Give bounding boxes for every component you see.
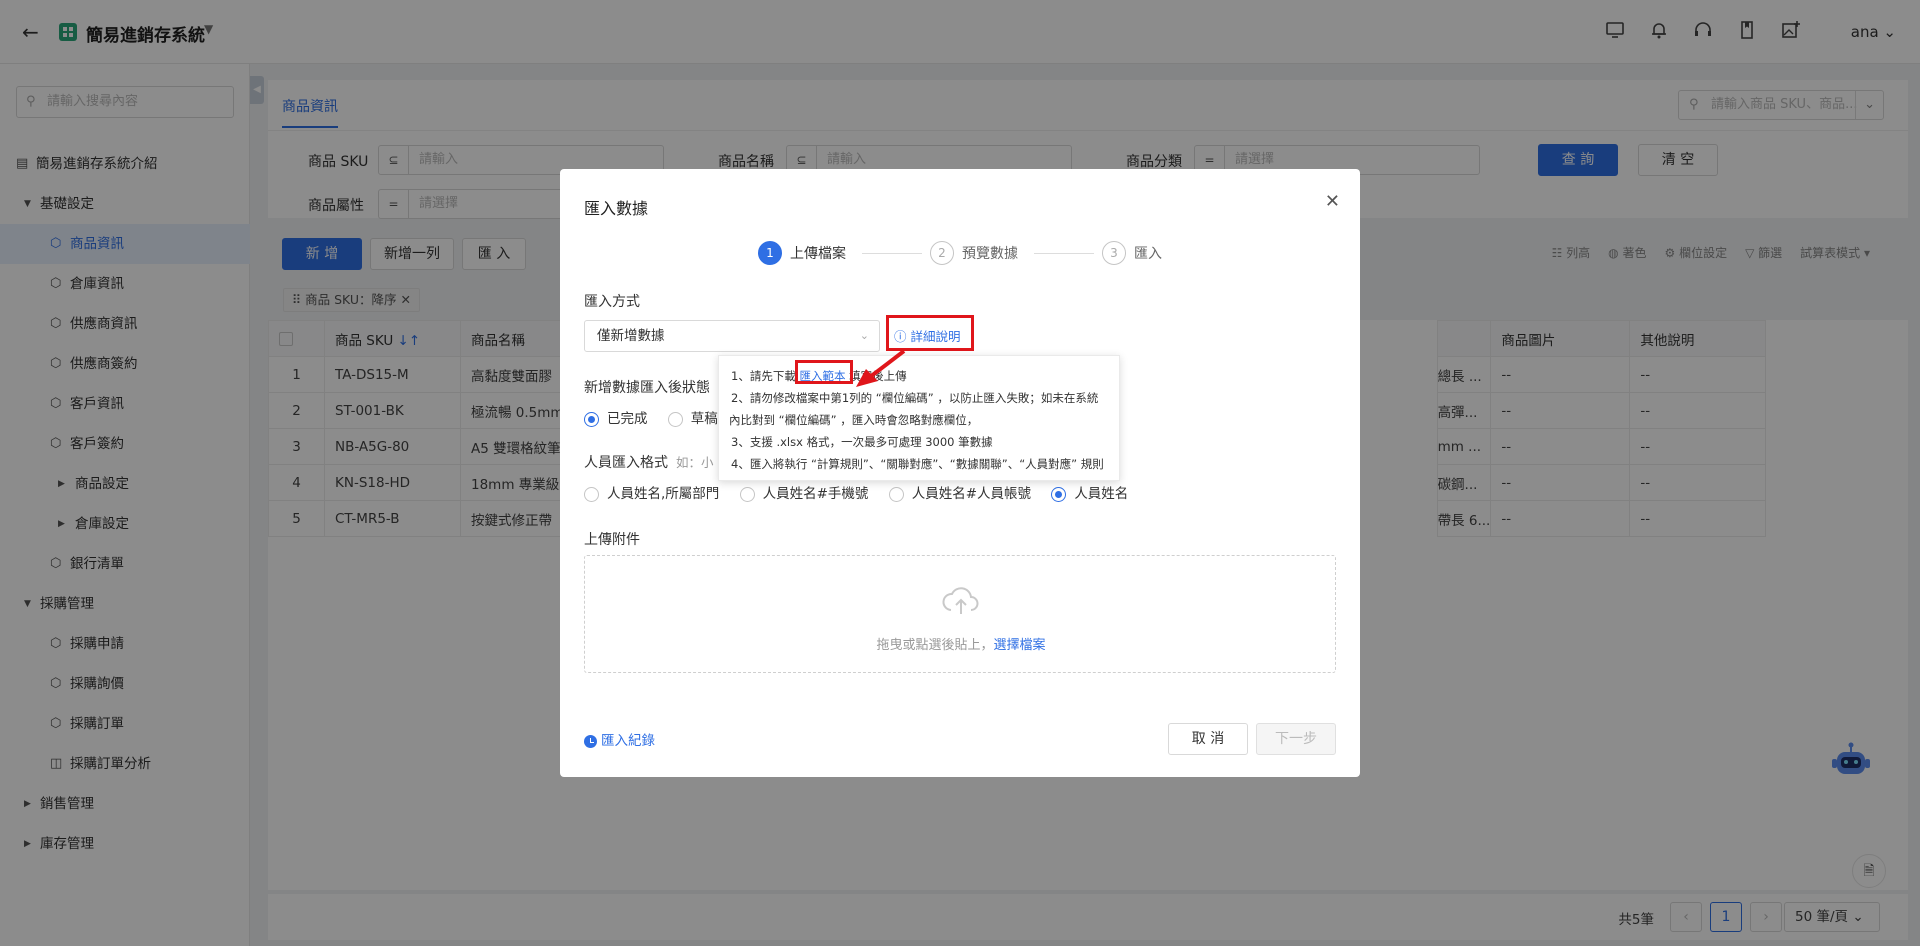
annotation-highlight-box bbox=[795, 360, 853, 384]
people-option-name-dept[interactable]: 人員姓名,所屬部門 bbox=[584, 482, 719, 502]
chevron-down-icon: ⌄ bbox=[859, 329, 869, 342]
next-step-button[interactable]: 下一步 bbox=[1256, 723, 1336, 755]
step-connector bbox=[1034, 253, 1094, 254]
people-option-name[interactable]: 人員姓名 bbox=[1051, 482, 1128, 502]
people-format-radio-group: 人員姓名,所屬部門 人員姓名#手機號 人員姓名#人員帳號 人員姓名 bbox=[584, 482, 1144, 502]
step-upload: 1 上傳檔案 bbox=[758, 241, 846, 267]
status-radio-group: 已完成 草稿 bbox=[584, 407, 734, 427]
people-option-name-account[interactable]: 人員姓名#人員帳號 bbox=[888, 482, 1031, 502]
upload-attachment-label: 上傳附件 bbox=[584, 532, 640, 548]
help-line-5: 4、匯入將執行 “計算規則”、“關聯對應”、“數據關聯”、“人員對應” 規則 bbox=[731, 457, 1104, 471]
radio-selected[interactable] bbox=[584, 411, 599, 427]
info-icon: ⓘ bbox=[894, 329, 911, 344]
people-format-label: 人員匯入格式 如：小 bbox=[584, 455, 714, 471]
step-preview: 2 預覽數據 bbox=[930, 241, 1018, 267]
help-line-4: 3、支援 .xlsx 格式，一次最多可處理 3000 筆數據 bbox=[731, 435, 993, 449]
import-method-select[interactable]: 僅新增數據 ⌄ bbox=[584, 320, 880, 352]
file-drop-zone[interactable]: 拖曳或點選後貼上，選擇檔案 bbox=[584, 555, 1336, 673]
people-format-hint: 如：小 bbox=[676, 455, 714, 470]
help-line-2: 2、請勿修改檔案中第1列的 “欄位編碼” ，以防止匯入失敗；如未在系統 bbox=[731, 391, 1099, 405]
radio[interactable] bbox=[667, 411, 683, 427]
status-option-draft[interactable]: 草稿 bbox=[667, 407, 718, 427]
detail-help-link[interactable]: ⓘ 詳細說明 bbox=[894, 326, 961, 345]
import-log-link[interactable]: 匯入紀錄 bbox=[584, 729, 655, 749]
people-option-name-phone[interactable]: 人員姓名#手機號 bbox=[739, 482, 868, 502]
status-option-completed[interactable]: 已完成 bbox=[584, 407, 648, 427]
choose-file-link[interactable]: 選擇檔案 bbox=[994, 638, 1046, 653]
cloud-upload-icon bbox=[942, 587, 979, 614]
status-after-import-label: 新增數據匯入後狀態 bbox=[584, 380, 710, 396]
step-connector bbox=[862, 253, 922, 254]
import-method-label: 匯入方式 bbox=[584, 294, 640, 310]
cancel-button[interactable]: 取 消 bbox=[1168, 723, 1248, 755]
import-data-dialog: 匯入數據 ✕ 1 上傳檔案 2 預覽數據 3 匯入 匯入方式 僅新增數據 ⌄ ⓘ 詳細… bbox=[560, 169, 1360, 777]
upload-hint: 拖曳或點選後貼上，選擇檔案 bbox=[876, 638, 1046, 653]
close-icon[interactable]: ✕ bbox=[1325, 191, 1340, 212]
step-import: 3 匯入 bbox=[1102, 241, 1162, 267]
import-method-value: 僅新增數據 bbox=[597, 328, 665, 344]
dialog-title: 匯入數據 bbox=[584, 199, 649, 218]
import-help-popover: 1、請先下載 匯入範本 填寫後上傳 2、請勿修改檔案中第1列的 “欄位編碼” ，… bbox=[718, 355, 1120, 481]
help-line-3: 內比對到 “欄位編碼” ，匯入時會忽略對應欄位， bbox=[729, 413, 979, 427]
clock-icon bbox=[584, 734, 597, 748]
